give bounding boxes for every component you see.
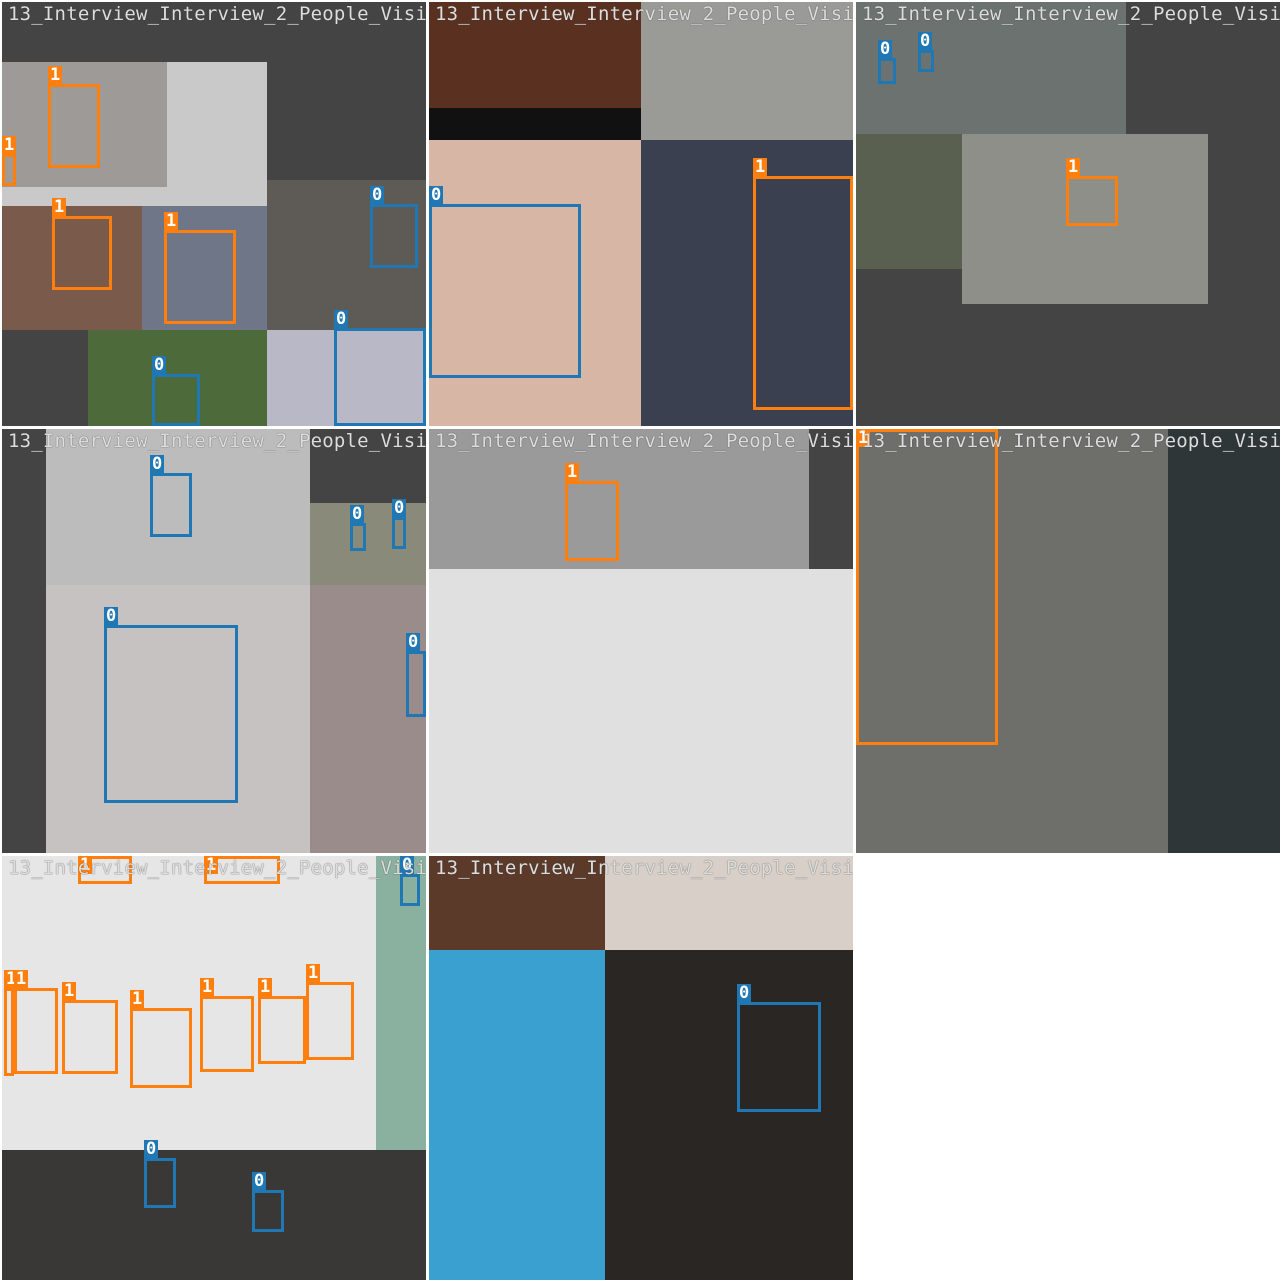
detection-box-class-0 [252, 1190, 284, 1232]
detection-class-label: 0 [152, 355, 167, 375]
mosaic-tile: 1 13_Interview_Interview_2_People_Visible… [429, 429, 853, 853]
detection-box-class-1 [164, 230, 236, 324]
detection-box-class-0 [350, 523, 366, 551]
detection-class-label: 1 [14, 969, 29, 989]
detection-box-class-0 [144, 1158, 176, 1208]
detection-class-label: 0 [737, 983, 752, 1003]
detection-box-class-0 [878, 58, 896, 84]
detection-box-class-1 [1066, 176, 1118, 226]
detection-class-label: 1 [258, 977, 273, 997]
tile-title: 13_Interview_Interview_2_People_Visible_ [8, 430, 426, 452]
detection-class-label: 0 [370, 185, 385, 205]
detection-class-label: 0 [104, 606, 119, 626]
tile-title: 13_Interview_Interview_2_People_Visible_ [435, 3, 853, 25]
photo-patch [310, 585, 426, 853]
mosaic-tile: 1 1 0 1 1 1 1 1 1 1 0 0 13_Interview_Interview_2_Peo… [2, 856, 426, 1280]
tile-title: 13_Interview_Interview_2_People_Visible_ [862, 3, 1280, 25]
detection-box-class-0 [737, 1002, 821, 1112]
detection-box-class-0 [918, 50, 934, 72]
detection-box-class-1 [856, 429, 998, 745]
tile-title: 13_Interview_Interview_2_People_Visible_ [8, 3, 426, 25]
detection-class-label: 0 [878, 39, 893, 59]
detection-box-class-1 [52, 216, 112, 290]
detection-class-label: 0 [350, 504, 365, 524]
mosaic-tile: 1 1 1 1 0 0 0 13_Interview_Interview_2_People_V… [2, 2, 426, 426]
detection-class-label: 1 [52, 197, 67, 217]
detection-class-label: 0 [252, 1171, 267, 1191]
detection-class-label: 1 [1066, 157, 1081, 177]
detection-box-class-1 [2, 154, 16, 186]
detection-class-label: 1 [200, 977, 215, 997]
detection-box-class-0 [150, 473, 192, 537]
detection-class-label: 0 [334, 309, 349, 329]
tile-title: 13_Interview_Interview_2_People_Visible_ [8, 857, 426, 879]
detection-box-class-0 [152, 374, 200, 426]
detection-box-class-0 [370, 204, 418, 268]
mosaic-tile: 0 0 1 13_Interview_Interview_2_People_Visib… [856, 2, 1280, 426]
detection-class-label: 0 [918, 31, 933, 51]
detection-box-class-1 [200, 996, 254, 1072]
detection-box-class-1 [130, 1008, 192, 1088]
detection-class-label: 0 [150, 454, 165, 474]
photo-patch [310, 503, 426, 585]
detection-box-class-0 [392, 517, 406, 549]
mosaic-tile: 0 13_Interview_Interview_2_People_Visible… [429, 856, 853, 1280]
detection-class-label: 1 [306, 963, 321, 983]
photo-patch [429, 108, 641, 140]
detection-box-class-1 [4, 988, 14, 1076]
detection-class-label: 1 [48, 65, 63, 85]
detection-class-label: 1 [753, 157, 768, 177]
detection-class-label: 0 [144, 1139, 159, 1159]
detection-box-class-0 [406, 651, 426, 717]
detection-class-label: 0 [429, 185, 444, 205]
mosaic-tile: 0 0 0 0 0 13_Interview_Interview_2_People_Vis… [2, 429, 426, 853]
detection-class-label: 0 [406, 632, 421, 652]
detection-box-class-1 [258, 996, 306, 1064]
photo-patch [1168, 429, 1280, 853]
detection-class-label: 1 [62, 981, 77, 1001]
detection-box-class-0 [334, 328, 426, 426]
detection-box-class-1 [48, 84, 100, 168]
tile-title: 13_Interview_Interview_2_People_Visible_ [435, 857, 853, 879]
tile-title: 13_Interview_Interview_2_People_Visible_ [435, 430, 853, 452]
detection-class-label: 1 [164, 211, 179, 231]
mosaic-tile: 01113_Interview_Interview_2_People_Visib… [429, 2, 853, 426]
detection-class-label: 0 [392, 498, 407, 518]
detection-class-label: 1 [130, 989, 145, 1009]
detection-box-class-1 [14, 988, 58, 1074]
detection-class-label: 1 [2, 135, 17, 155]
mosaic-tile: 113_Interview_Interview_2_People_Visible… [856, 429, 1280, 853]
detection-class-label: 1 [565, 462, 580, 482]
detection-box-class-1 [565, 481, 619, 561]
detection-box-class-0 [429, 204, 581, 378]
photo-patch [856, 134, 962, 269]
photo-patch [429, 950, 605, 1280]
mosaic-grid: 1 1 1 1 0 0 0 13_Interview_Interview_2_People_V… [0, 0, 1280, 1280]
photo-patch [2, 1150, 426, 1280]
detection-box-class-1 [306, 982, 354, 1060]
tile-title: 13_Interview_Interview_2_People_Visible_ [862, 430, 1280, 452]
photo-patch [605, 950, 853, 1280]
detection-box-class-1 [62, 1000, 118, 1074]
detection-box-class-1 [753, 176, 853, 410]
photo-patch [429, 569, 853, 853]
detection-box-class-0 [104, 625, 238, 803]
